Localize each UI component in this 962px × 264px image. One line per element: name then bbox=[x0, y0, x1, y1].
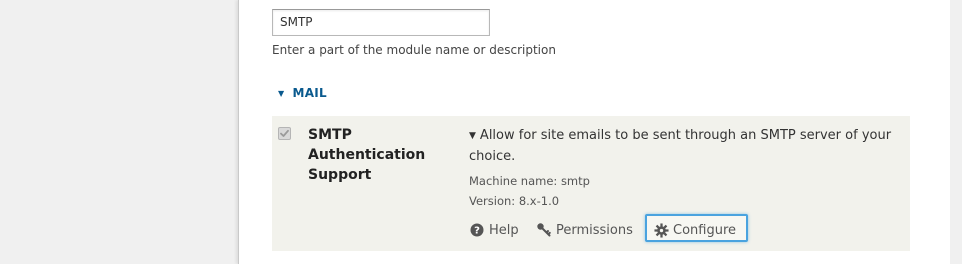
right-gutter bbox=[950, 0, 962, 264]
module-description-toggle[interactable]: ▼ Allow for site emails to be sent throug… bbox=[469, 126, 899, 167]
filter-description: Enter a part of the module name or descr… bbox=[272, 43, 556, 57]
svg-text:?: ? bbox=[474, 226, 480, 237]
triangle-down-icon: ▼ bbox=[278, 89, 285, 98]
help-icon: ? bbox=[469, 222, 485, 238]
checkmark-icon bbox=[280, 129, 289, 137]
triangle-down-icon: ▼ bbox=[469, 131, 476, 141]
gear-icon bbox=[653, 222, 669, 238]
module-name: SMTP Authentication Support bbox=[308, 127, 426, 183]
configure-link[interactable]: Configure bbox=[653, 220, 736, 240]
module-filter-input[interactable]: SMTP bbox=[272, 9, 490, 36]
mail-group-toggle[interactable]: ▼ MAIL bbox=[278, 86, 327, 100]
module-enable-checkbox[interactable] bbox=[278, 127, 291, 140]
machine-name: Machine name: smtp bbox=[469, 174, 590, 188]
permissions-link[interactable]: Permissions bbox=[536, 220, 633, 240]
module-description: Allow for site emails to be sent through… bbox=[469, 128, 892, 164]
group-label: MAIL bbox=[292, 86, 327, 100]
configure-link-label: Configure bbox=[673, 222, 737, 238]
permissions-link-label: Permissions bbox=[556, 222, 633, 238]
help-link-label: Help bbox=[489, 222, 519, 238]
help-link[interactable]: ? Help bbox=[469, 220, 519, 240]
left-gutter bbox=[0, 0, 238, 264]
module-version: Version: 8.x-1.0 bbox=[469, 194, 560, 208]
key-icon bbox=[536, 222, 552, 238]
